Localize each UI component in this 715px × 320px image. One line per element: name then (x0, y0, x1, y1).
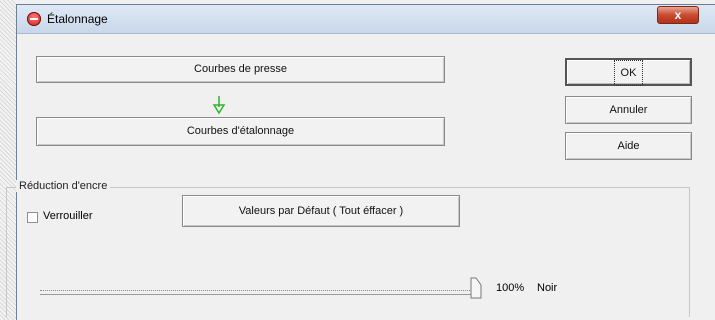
ok-button-label: OK (613, 60, 644, 86)
close-button[interactable]: x (657, 6, 699, 24)
help-button[interactable]: Aide (565, 132, 692, 160)
lock-checkbox-label[interactable]: Verrouiller (43, 210, 93, 222)
ink-slider-track[interactable] (40, 290, 472, 295)
lock-checkbox[interactable] (27, 212, 38, 223)
arrow-down-icon (212, 96, 226, 115)
ink-slider-thumb[interactable] (470, 277, 482, 299)
ink-reduction-label: Réduction d'encre (16, 180, 111, 192)
app-icon (27, 12, 41, 26)
ink-color-label: Noir (537, 282, 558, 294)
calibration-curves-button[interactable]: Courbes d'étalonnage (36, 117, 445, 146)
window-title: Étalonnage (47, 12, 108, 26)
press-curves-button[interactable]: Courbes de presse (36, 56, 445, 83)
ok-button[interactable]: OK (565, 58, 692, 86)
title-bar[interactable]: Étalonnage x (17, 5, 715, 34)
slider-percent-value: 100% (496, 282, 525, 294)
cancel-button[interactable]: Annuler (565, 96, 692, 124)
reset-defaults-button[interactable]: Valeurs par Défaut ( Tout éffacer ) (182, 195, 460, 227)
